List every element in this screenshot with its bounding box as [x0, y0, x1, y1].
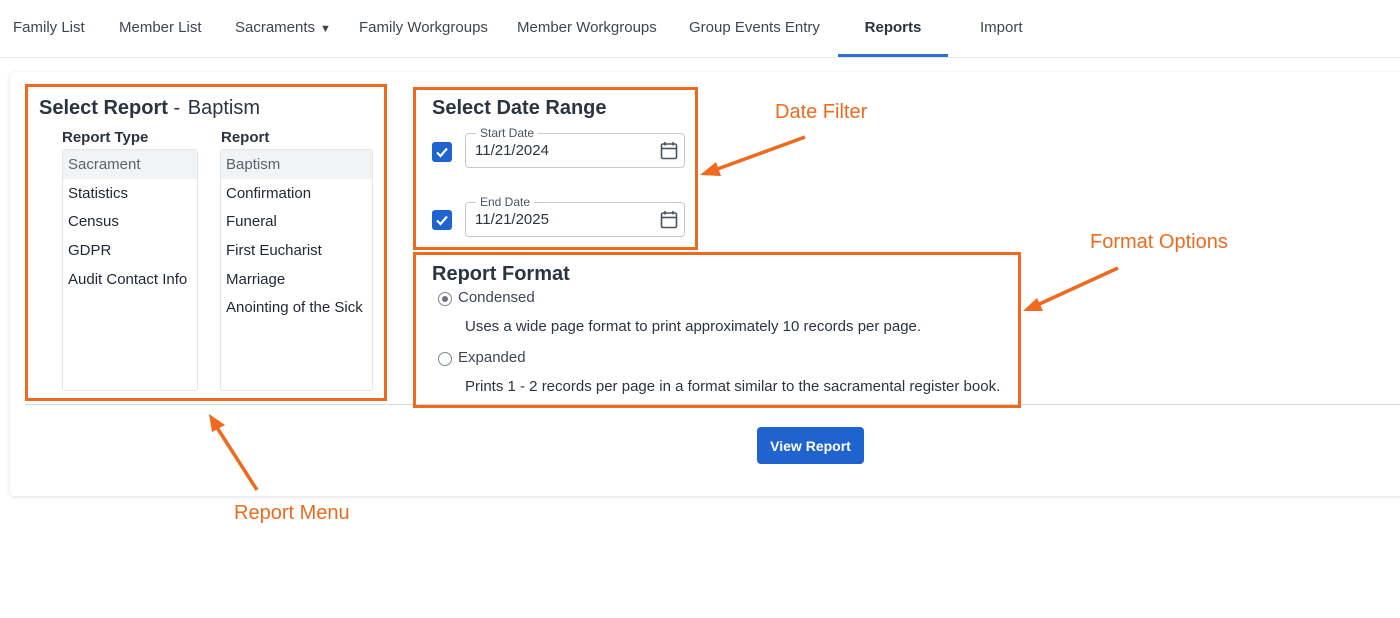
date-filter-arrow — [700, 135, 806, 176]
annotation-arrows — [209, 135, 1119, 491]
report-menu-arrow — [209, 414, 259, 491]
format-options-arrow — [1023, 266, 1119, 311]
